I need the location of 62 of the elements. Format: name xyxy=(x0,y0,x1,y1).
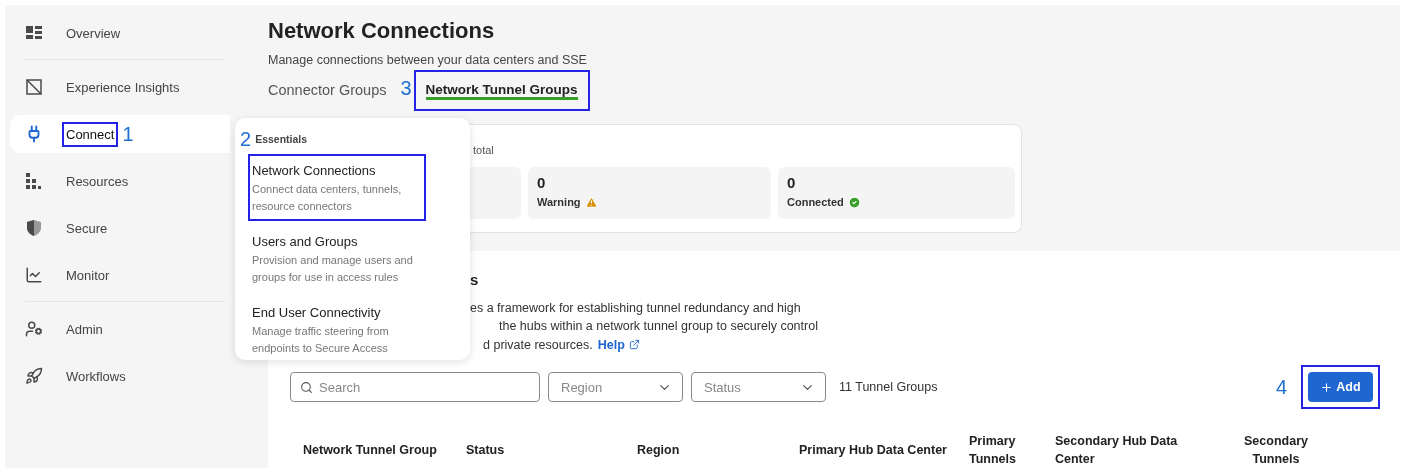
add-button[interactable]: Add xyxy=(1308,372,1373,402)
nav-label: Workflows xyxy=(65,367,127,386)
column-header: Region xyxy=(637,442,681,459)
stat-label: Warning xyxy=(537,196,581,208)
nav-item[interactable]: Secure xyxy=(10,209,230,247)
page-title: Network Connections xyxy=(268,18,496,44)
nav-item[interactable]: Connect 1 xyxy=(10,115,230,153)
nav-item[interactable]: Experience Insights xyxy=(10,68,230,106)
callout-number: 3 xyxy=(400,76,412,99)
nav-label: Resources xyxy=(65,172,130,191)
page-subtitle: Manage connections between your data centers and SSE xyxy=(268,52,588,68)
plus-icon xyxy=(1320,380,1334,394)
nav-item[interactable]: Monitor xyxy=(10,256,230,294)
menu-heading: Essentials xyxy=(255,133,308,145)
nav-item[interactable]: Overview xyxy=(10,14,230,52)
slashed-square-icon xyxy=(26,79,42,95)
shield-icon xyxy=(27,220,41,236)
column-header: Secondary Tunnels xyxy=(1243,433,1309,468)
callout-number: 4 xyxy=(1275,376,1287,398)
help-link[interactable]: Help xyxy=(597,335,640,354)
tab[interactable]: Network Tunnel Groups xyxy=(415,72,588,110)
nav-label: Connect xyxy=(64,123,117,145)
column-header: Status xyxy=(466,442,506,459)
stat-value: 0 xyxy=(787,173,797,192)
column-header: Primary Tunnels xyxy=(969,433,1017,468)
column-header: Secondary Hub Data Center xyxy=(1055,433,1179,468)
nav-item[interactable]: Workflows xyxy=(10,357,230,395)
callout-number: 1 xyxy=(122,123,134,145)
summary-caption: total xyxy=(472,142,495,157)
nav-label: Admin xyxy=(65,320,104,339)
dashboard-icon xyxy=(26,25,42,41)
nav-item[interactable]: Admin xyxy=(10,310,230,348)
filter-dropdown[interactable]: Status xyxy=(691,372,826,402)
menu-item[interactable]: Users and Groups Provision and manage users and groups for use in access rules xyxy=(250,227,424,290)
nav-label: Monitor xyxy=(65,266,111,285)
chart-icon xyxy=(25,266,43,284)
stat-value: 0 xyxy=(537,173,547,192)
rocket-icon xyxy=(25,367,43,385)
description-text: the hubs within a network tunnel group to securely control xyxy=(499,318,818,335)
section-heading: s xyxy=(470,270,479,289)
dots-icon xyxy=(26,173,42,189)
stat-label: Connected xyxy=(787,196,844,208)
callout-number: 2 xyxy=(240,128,252,150)
column-header: Primary Hub Data Center xyxy=(799,442,948,459)
external-link-icon xyxy=(628,339,640,351)
check-icon xyxy=(847,195,861,209)
filter-dropdown[interactable]: Region xyxy=(548,372,683,402)
menu-item[interactable]: Network Connections Connect data centers, tunnels, resource connectors xyxy=(250,156,424,219)
nav-item[interactable]: Resources xyxy=(10,162,230,200)
result-count: 11 Tunnel Groups xyxy=(839,380,938,394)
tab[interactable]: Connector Groups xyxy=(258,71,397,110)
user-gear-icon xyxy=(25,320,43,338)
search-field[interactable]: Search xyxy=(290,372,540,402)
warning-icon xyxy=(584,195,598,209)
menu-item[interactable]: End User Connectivity Manage traffic steering from endpoints to Secure Access xyxy=(250,298,424,361)
description-text: es a framework for establishing tunnel redundancy and high xyxy=(470,299,801,317)
column-header: Network Tunnel Group xyxy=(303,442,438,459)
nav-label: Overview xyxy=(65,24,122,43)
description-text: d private resources. xyxy=(483,336,593,354)
nav-label: Experience Insights xyxy=(65,78,181,97)
search-icon xyxy=(300,380,313,394)
nav-label: Secure xyxy=(65,219,109,238)
